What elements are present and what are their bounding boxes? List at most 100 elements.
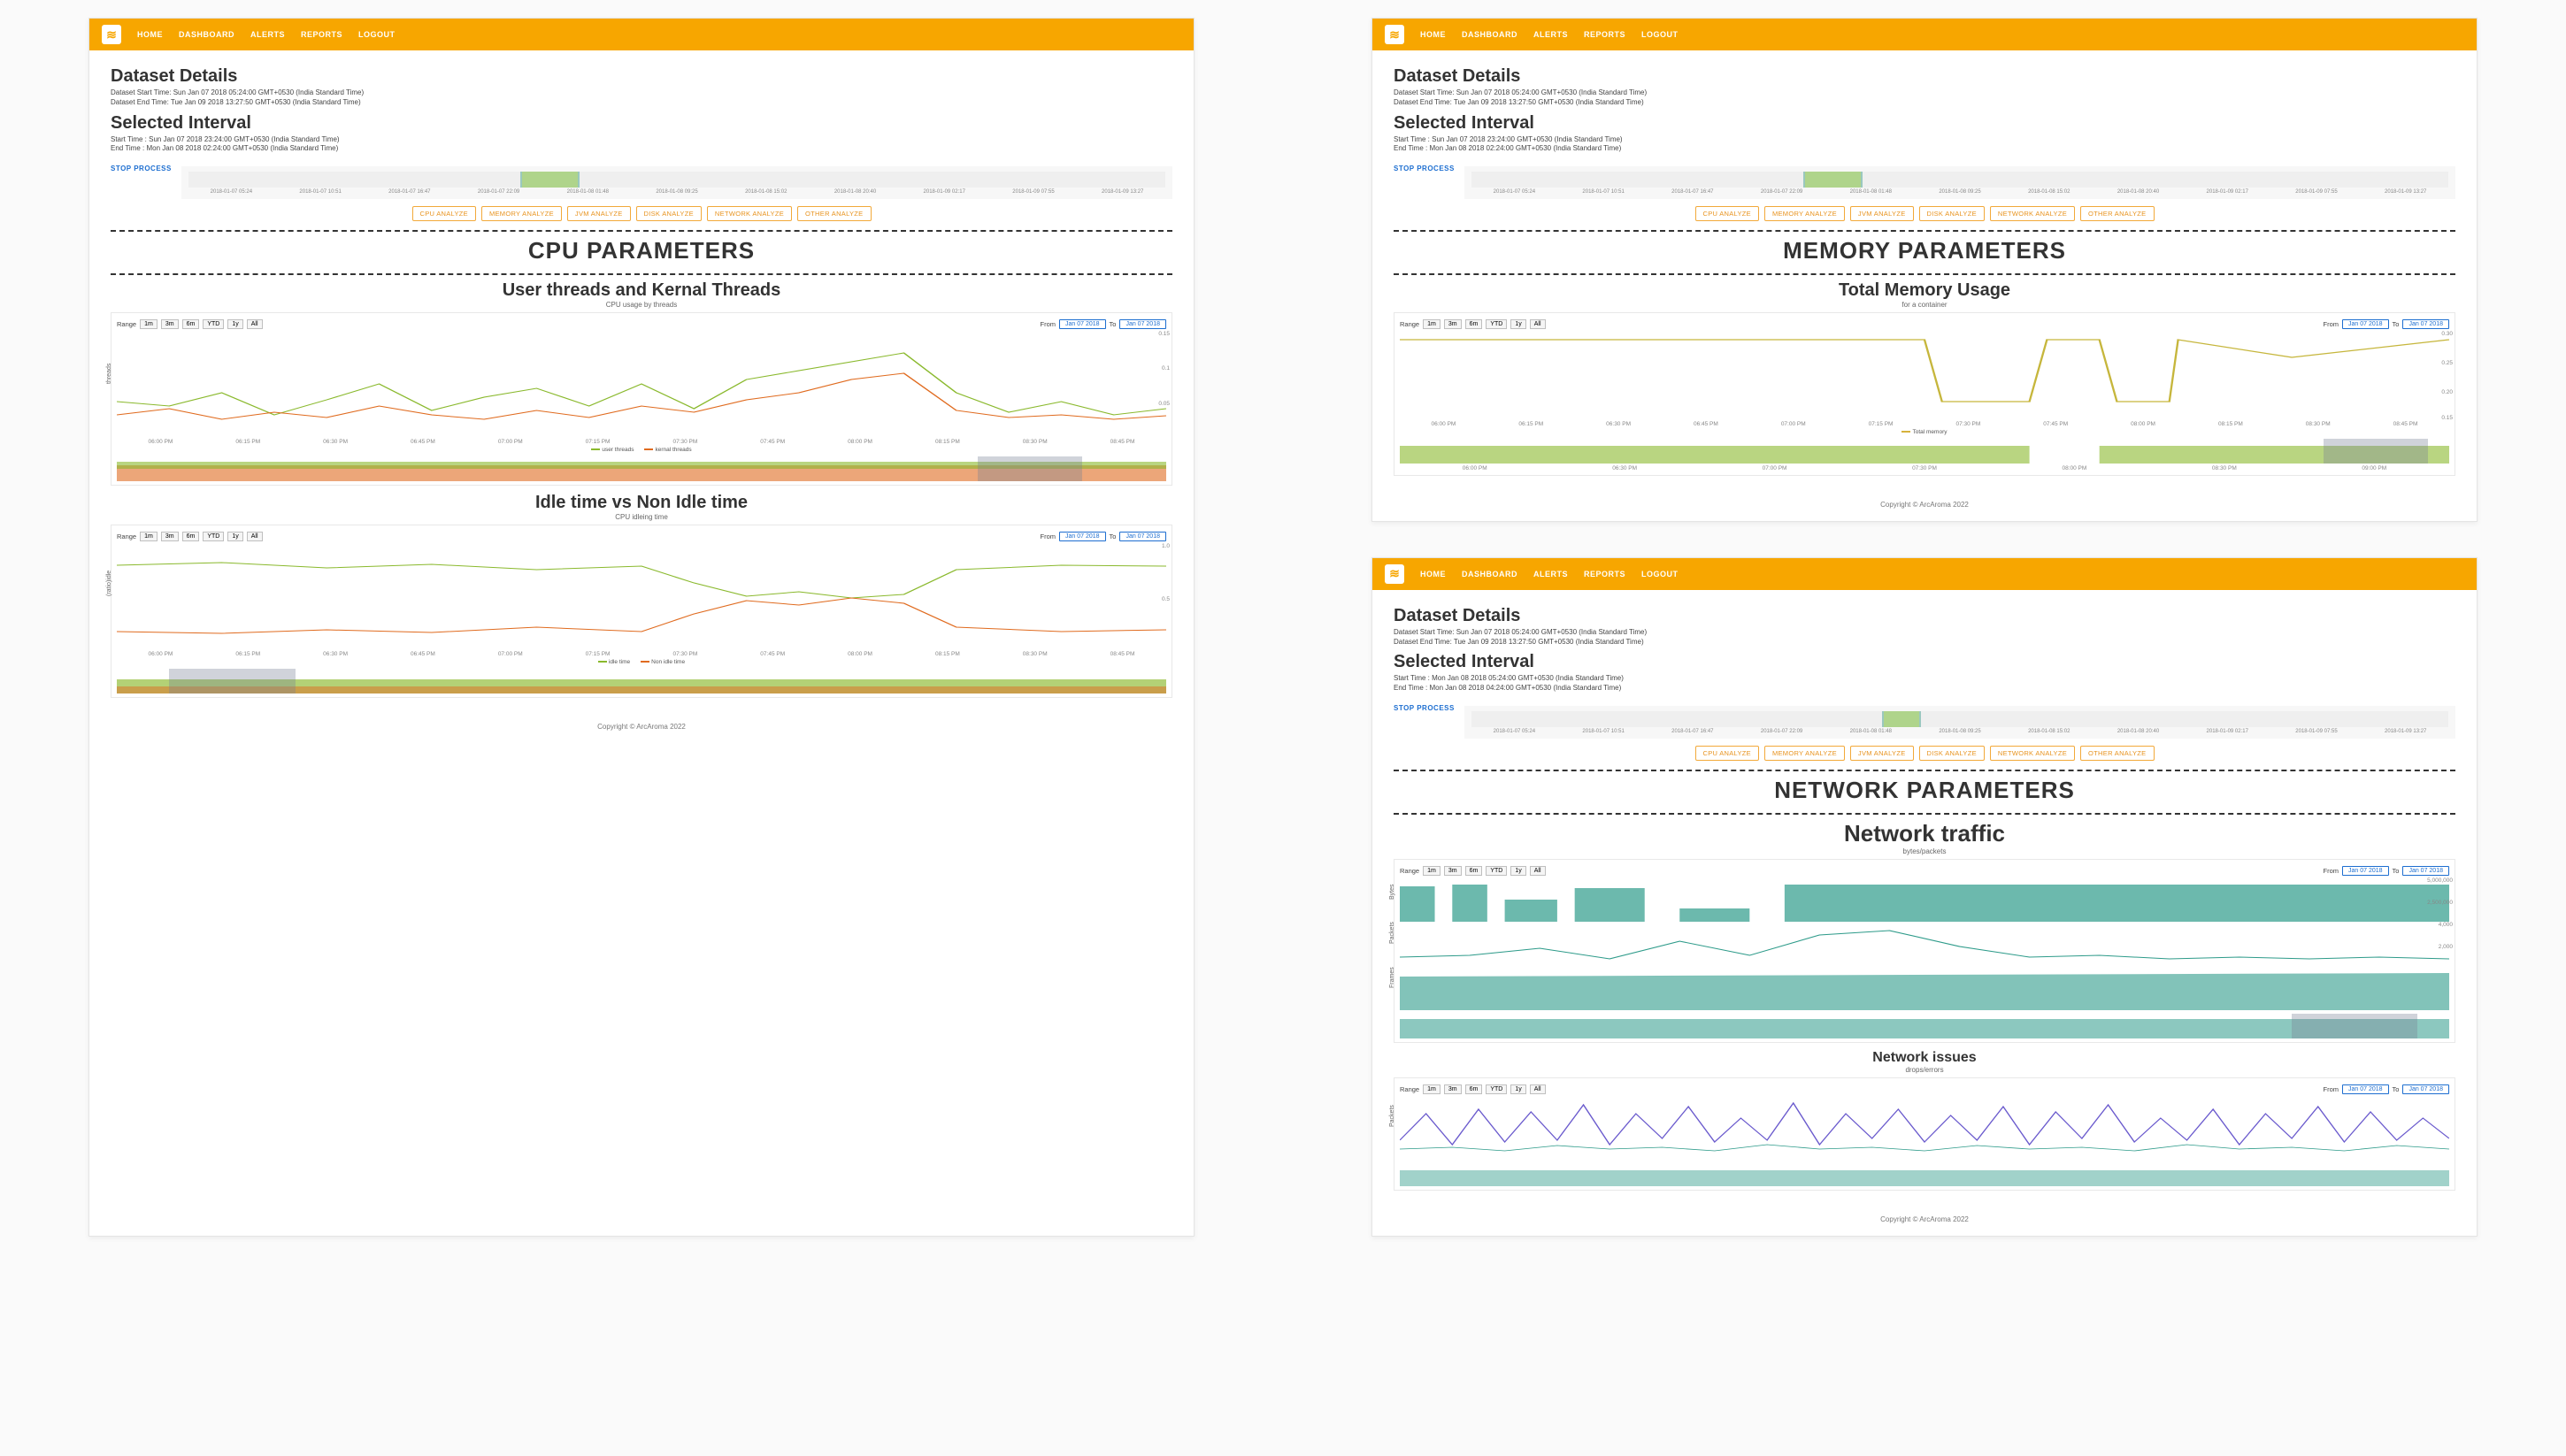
plot-net-frames[interactable]: Frames <box>1400 966 2449 1010</box>
range-3m[interactable]: 3m <box>1444 866 1462 876</box>
range-all[interactable]: All <box>1530 319 1546 329</box>
range-all[interactable]: All <box>1530 866 1546 876</box>
chart-net2-sub: drops/errors <box>1394 1066 2455 1074</box>
range-1m[interactable]: 1m <box>1423 319 1440 329</box>
btn-jvm-analyze[interactable]: JVM ANALYZE <box>1850 746 1914 761</box>
stop-process-link[interactable]: STOP PROCESS <box>111 157 173 172</box>
range-all[interactable]: All <box>247 319 263 329</box>
timeline[interactable]: 2018-01-07 05:242018-01-07 10:512018-01-… <box>1464 166 2455 199</box>
xticks-cpu2: 06:00 PM06:15 PM06:30 PM06:45 PM07:00 PM… <box>117 651 1166 657</box>
btn-cpu-analyze[interactable]: CPU ANALYZE <box>1695 746 1759 761</box>
range-ytd[interactable]: YTD <box>203 319 224 329</box>
timeline[interactable]: 2018-01-07 05:242018-01-07 10:512018-01-… <box>1464 706 2455 739</box>
range-all[interactable]: All <box>1530 1084 1546 1094</box>
nav-logout[interactable]: LOGOUT <box>1641 30 1679 39</box>
nav-home[interactable]: HOME <box>1420 30 1446 39</box>
plot-net2[interactable]: Packets <box>1400 1096 2449 1158</box>
date-to[interactable]: Jan 07 2018 <box>2402 866 2449 876</box>
btn-jvm-analyze[interactable]: JVM ANALYZE <box>1850 206 1914 221</box>
btn-disk-analyze[interactable]: DISK ANALYZE <box>636 206 702 221</box>
date-from[interactable]: Jan 07 2018 <box>2342 866 2389 876</box>
nav-home[interactable]: HOME <box>1420 570 1446 579</box>
nav-logout[interactable]: LOGOUT <box>358 30 396 39</box>
btn-network-analyze[interactable]: NETWORK ANALYZE <box>707 206 792 221</box>
range-3m[interactable]: 3m <box>161 319 179 329</box>
range-6m[interactable]: 6m <box>1465 866 1483 876</box>
stop-process-link[interactable]: STOP PROCESS <box>1394 157 1456 172</box>
range-1y[interactable]: 1y <box>1510 866 1525 876</box>
btn-network-analyze[interactable]: NETWORK ANALYZE <box>1990 206 2075 221</box>
nav-dashboard[interactable]: DASHBOARD <box>1462 570 1517 579</box>
range-6m[interactable]: 6m <box>182 532 200 541</box>
navigator-cpu1[interactable] <box>117 456 1166 481</box>
btn-jvm-analyze[interactable]: JVM ANALYZE <box>567 206 631 221</box>
nav-logout[interactable]: LOGOUT <box>1641 570 1679 579</box>
nav-reports[interactable]: REPORTS <box>1584 570 1625 579</box>
navigator-net1[interactable] <box>1400 1014 2449 1038</box>
nav-reports[interactable]: REPORTS <box>1584 30 1625 39</box>
range-6m[interactable]: 6m <box>1465 1084 1483 1094</box>
range-1m[interactable]: 1m <box>140 319 157 329</box>
date-from[interactable]: Jan 07 2018 <box>2342 1084 2389 1094</box>
stop-process-link[interactable]: STOP PROCESS <box>1394 697 1456 712</box>
interval-start: Start Time : Sun Jan 07 2018 23:24:00 GM… <box>111 135 1172 145</box>
nav-dashboard[interactable]: DASHBOARD <box>179 30 234 39</box>
range-1y[interactable]: 1y <box>227 532 242 541</box>
date-to[interactable]: Jan 07 2018 <box>1119 532 1166 541</box>
nav-home[interactable]: HOME <box>137 30 163 39</box>
btn-memory-analyze[interactable]: MEMORY ANALYZE <box>1764 206 1845 221</box>
date-to[interactable]: Jan 07 2018 <box>1119 319 1166 329</box>
btn-memory-analyze[interactable]: MEMORY ANALYZE <box>1764 746 1845 761</box>
navigator-mem1[interactable] <box>1400 439 2449 464</box>
btn-other-analyze[interactable]: OTHER ANALYZE <box>797 206 871 221</box>
from-label: From <box>1040 320 1056 328</box>
plot-mem1[interactable]: 0.30 0.25 0.20 0.15 <box>1400 331 2449 419</box>
range-3m[interactable]: 3m <box>1444 1084 1462 1094</box>
range-6m[interactable]: 6m <box>1465 319 1483 329</box>
range-ytd[interactable]: YTD <box>1486 866 1507 876</box>
btn-network-analyze[interactable]: NETWORK ANALYZE <box>1990 746 2075 761</box>
nav-reports[interactable]: REPORTS <box>301 30 342 39</box>
range-1y[interactable]: 1y <box>1510 1084 1525 1094</box>
dataset-start: Dataset Start Time: Sun Jan 07 2018 05:2… <box>111 88 1172 98</box>
range-1m[interactable]: 1m <box>1423 1084 1440 1094</box>
plot-cpu1[interactable]: threads 0.15 0.1 0.05 <box>117 331 1166 437</box>
date-from[interactable]: Jan 07 2018 <box>1059 532 1106 541</box>
date-from[interactable]: Jan 07 2018 <box>1059 319 1106 329</box>
date-to[interactable]: Jan 07 2018 <box>2402 1084 2449 1094</box>
btn-other-analyze[interactable]: OTHER ANALYZE <box>2080 206 2154 221</box>
btn-disk-analyze[interactable]: DISK ANALYZE <box>1919 206 1985 221</box>
btn-cpu-analyze[interactable]: CPU ANALYZE <box>1695 206 1759 221</box>
range-all[interactable]: All <box>247 532 263 541</box>
range-ytd[interactable]: YTD <box>203 532 224 541</box>
footer: Copyright © ArcAroma 2022 <box>89 714 1194 743</box>
plot-cpu2[interactable]: (ratio)idle 1.0 0.5 <box>117 543 1166 649</box>
chart-mem1-sub: for a container <box>1394 301 2455 309</box>
btn-other-analyze[interactable]: OTHER ANALYZE <box>2080 746 2154 761</box>
range-ytd[interactable]: YTD <box>1486 319 1507 329</box>
plot-net-packets[interactable]: Packets 4,000 2,000 <box>1400 922 2449 966</box>
range-6m[interactable]: 6m <box>182 319 200 329</box>
btn-disk-analyze[interactable]: DISK ANALYZE <box>1919 746 1985 761</box>
range-1y[interactable]: 1y <box>227 319 242 329</box>
chart-cpu1: Range 1m 3m 6m YTD 1y All From Jan 07 20… <box>111 312 1172 486</box>
range-3m[interactable]: 3m <box>1444 319 1462 329</box>
range-1m[interactable]: 1m <box>140 532 157 541</box>
range-1y[interactable]: 1y <box>1510 319 1525 329</box>
plot-net-bytes[interactable]: Bytes 5,000,000 2,500,000 <box>1400 877 2449 922</box>
navigator-net2[interactable] <box>1400 1161 2449 1186</box>
nav-alerts[interactable]: ALERTS <box>250 30 285 39</box>
nav-alerts[interactable]: ALERTS <box>1533 30 1568 39</box>
date-from[interactable]: Jan 07 2018 <box>2342 319 2389 329</box>
nav-dashboard[interactable]: DASHBOARD <box>1462 30 1517 39</box>
chart-cpu2-title: Idle time vs Non Idle time <box>111 493 1172 513</box>
range-1m[interactable]: 1m <box>1423 866 1440 876</box>
btn-memory-analyze[interactable]: MEMORY ANALYZE <box>481 206 562 221</box>
range-3m[interactable]: 3m <box>161 532 179 541</box>
navigator-cpu2[interactable] <box>117 669 1166 694</box>
range-ytd[interactable]: YTD <box>1486 1084 1507 1094</box>
timeline[interactable]: 2018-01-07 05:24 2018-01-07 10:51 2018-0… <box>181 166 1172 199</box>
btn-cpu-analyze[interactable]: CPU ANALYZE <box>412 206 476 221</box>
nav-alerts[interactable]: ALERTS <box>1533 570 1568 579</box>
date-to[interactable]: Jan 07 2018 <box>2402 319 2449 329</box>
